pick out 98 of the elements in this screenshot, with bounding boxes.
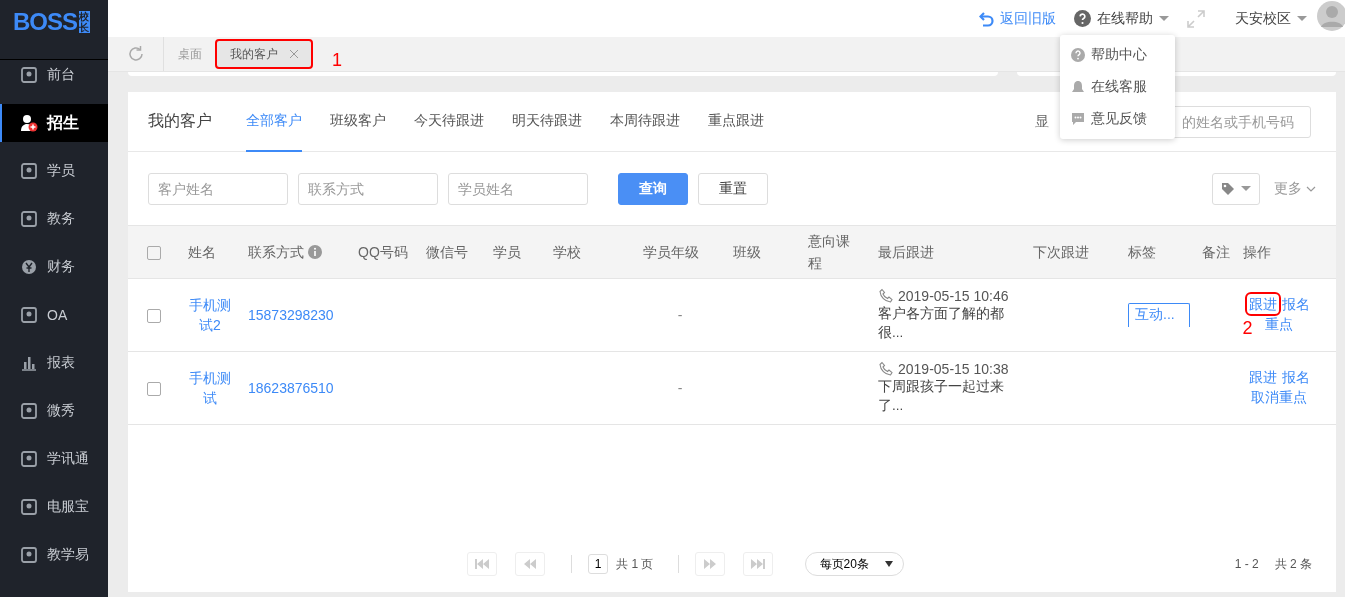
column-header: 备注 — [1202, 244, 1230, 260]
filter-tab[interactable]: 今天待跟进 — [414, 91, 484, 152]
follow-up-note: 客户各方面了解的都很... — [878, 305, 1005, 342]
first-page-button[interactable] — [467, 552, 498, 576]
sidebar-item[interactable]: 电服宝 — [0, 488, 108, 526]
column-header: 班级 — [733, 244, 761, 260]
page-size-select[interactable]: 每页20条 — [804, 552, 904, 576]
last-page-button[interactable] — [742, 552, 773, 576]
checkbox[interactable] — [147, 309, 161, 324]
next-page-button[interactable] — [694, 552, 725, 576]
phone-link[interactable]: 18623876510 — [248, 380, 334, 396]
reset-button[interactable]: 重置 — [698, 172, 768, 205]
sidebar-item[interactable]: 教务 — [0, 200, 108, 238]
page-number-field[interactable]: 1 — [588, 554, 609, 574]
action-link[interactable]: 跟进 — [1248, 369, 1277, 385]
tag-icon — [1221, 181, 1235, 196]
caret-icon — [1159, 15, 1169, 22]
yen-icon — [20, 258, 38, 276]
fast-forward-icon — [703, 559, 716, 569]
search-label: 显 — [1035, 112, 1049, 131]
filter-tab[interactable]: 本周待跟进 — [610, 91, 680, 152]
logo-badge: 校长 — [79, 11, 90, 33]
page-count: 共 1 页 — [616, 555, 654, 573]
undo-icon — [979, 10, 995, 27]
caret-icon — [1297, 15, 1307, 22]
user-add-icon — [20, 114, 38, 132]
filter-tab[interactable]: 明天待跟进 — [512, 91, 582, 152]
refresh-icon[interactable] — [126, 45, 145, 63]
column-header: 下次跟进 — [1033, 244, 1089, 260]
filter-field[interactable]: 联系方式 — [298, 172, 438, 205]
column-header: 操作 — [1243, 244, 1271, 260]
sidebar-item[interactable]: 招生 — [0, 104, 108, 142]
question-icon — [1071, 48, 1085, 62]
help-menu[interactable]: 在线帮助 — [1074, 9, 1169, 28]
sidebar-item[interactable]: 财务 — [0, 248, 108, 286]
customer-name-link[interactable]: 手机测试 — [188, 368, 232, 408]
sidebar-item[interactable]: 前台 — [0, 60, 108, 94]
column-header: 学员年级 — [643, 244, 699, 260]
table-cell: - — [677, 380, 683, 396]
caret-icon — [884, 561, 893, 567]
dropdown-item[interactable]: 在线客服 — [1060, 71, 1175, 103]
column-header: 标签 — [1128, 244, 1156, 260]
sidebar-item[interactable]: 学员 — [0, 152, 108, 190]
back-link[interactable]: 返回旧版 — [979, 9, 1056, 28]
campus-menu[interactable]: 天安校区 — [1235, 9, 1307, 28]
first-page-icon — [475, 559, 490, 569]
dropdown-item[interactable]: 帮助中心 — [1060, 39, 1175, 71]
filter-field[interactable]: 学员姓名 — [448, 172, 588, 205]
bar-chart-icon — [20, 354, 38, 372]
record-total: 共 2 条 — [1274, 555, 1312, 573]
column-header: 姓名 — [188, 244, 216, 260]
filter-tab[interactable]: 班级客户 — [330, 91, 386, 152]
column-header: QQ号码 — [358, 244, 408, 260]
action-link[interactable]: 报名 — [1281, 369, 1310, 385]
sidebar-item[interactable]: 报表 — [0, 344, 108, 382]
follow-up-note: 下周跟孩子一起过来了... — [878, 378, 1005, 415]
action-link[interactable]: 取消重点 — [1251, 389, 1307, 405]
table-cell: - — [677, 307, 683, 323]
sidebar-item[interactable]: 学讯通 — [0, 440, 108, 478]
fullscreen-icon[interactable] — [1187, 9, 1205, 28]
column-header: 最后跟进 — [878, 244, 934, 260]
tag-dropdown[interactable] — [1212, 172, 1260, 205]
phone-link[interactable]: 15873298230 — [248, 307, 334, 323]
column-header: 联系方式 — [248, 244, 304, 260]
column-header: 学校 — [553, 244, 581, 260]
customer-name-link[interactable]: 手机测试2 — [188, 295, 232, 335]
checkbox[interactable] — [147, 382, 161, 397]
filter-tab[interactable]: 全部客户 — [246, 91, 302, 152]
last-page-icon — [750, 559, 765, 569]
chevron-down-icon — [1306, 185, 1316, 192]
action-link[interactable]: 报名 — [1281, 296, 1310, 312]
column-header: 意向课程 — [808, 233, 850, 271]
avatar[interactable] — [1317, 0, 1345, 31]
question-icon — [1074, 10, 1091, 27]
rewind-icon — [524, 559, 537, 569]
chat-icon — [1071, 112, 1085, 126]
annotation-number: 1 — [332, 50, 342, 71]
sidebar-item[interactable]: 教学易 — [0, 536, 108, 574]
record-range: 1 - 2 — [1234, 557, 1259, 571]
column-header: 学员 — [493, 244, 521, 260]
follow-up-time: 2019-05-15 10:46 — [898, 288, 1009, 304]
sidebar-item[interactable]: 微秀 — [0, 392, 108, 430]
info-icon — [308, 245, 322, 259]
annotation-number: 2 — [1242, 318, 1253, 339]
caret-icon — [1241, 185, 1251, 192]
sidebar-item[interactable]: OA — [0, 296, 108, 334]
action-link[interactable]: 重点 — [1265, 316, 1293, 332]
filter-tab[interactable]: 重点跟进 — [708, 91, 764, 152]
card-title: 我的客户 — [148, 111, 212, 131]
follow-up-time: 2019-05-15 10:38 — [898, 361, 1009, 377]
logo: BOSS — [13, 9, 77, 35]
filter-field[interactable]: 客户姓名 — [148, 172, 288, 205]
column-header: 微信号 — [426, 244, 468, 260]
checkbox[interactable] — [147, 246, 161, 261]
bell-icon — [1071, 80, 1085, 94]
previous-page-button[interactable] — [515, 552, 546, 576]
close-icon[interactable] — [290, 50, 298, 58]
tag-chip: 互动... — [1128, 303, 1190, 327]
